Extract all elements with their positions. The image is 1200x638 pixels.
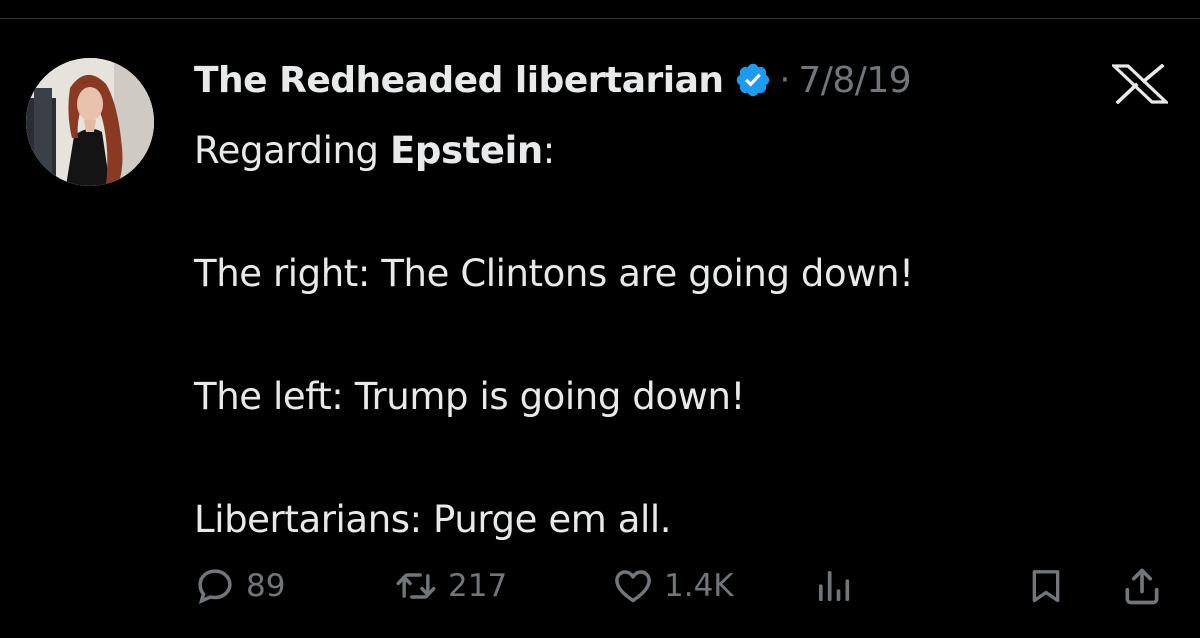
tweet-line-regarding: Regarding Epstein: bbox=[194, 120, 1154, 182]
tweet-line-right: The right: The Clintons are going down! bbox=[194, 252, 914, 295]
like-button[interactable]: 1.4K bbox=[612, 560, 734, 612]
top-divider bbox=[0, 18, 1200, 19]
regarding-prefix: Regarding bbox=[194, 129, 390, 172]
bookmark-button[interactable] bbox=[1026, 560, 1066, 612]
like-count: 1.4K bbox=[664, 568, 734, 604]
tweet-header: The Redheaded libertarian · 7/8/19 bbox=[194, 56, 912, 104]
tweet-text: Regarding Epstein: The right: The Clinto… bbox=[194, 120, 1154, 551]
tweet-line-left: The left: Trump is going down! bbox=[194, 375, 745, 418]
bookmark-icon bbox=[1026, 564, 1066, 608]
heart-icon bbox=[612, 565, 654, 607]
share-icon bbox=[1120, 564, 1164, 608]
x-logo-icon[interactable] bbox=[1109, 63, 1171, 105]
views-chart-icon bbox=[814, 565, 854, 607]
reply-count: 89 bbox=[246, 568, 286, 604]
tweet-line-libertarians: Libertarians: Purge em all. bbox=[194, 498, 672, 541]
avatar[interactable] bbox=[26, 58, 154, 186]
regarding-suffix: : bbox=[542, 129, 555, 172]
separator-dot: · bbox=[779, 60, 791, 100]
reply-button[interactable]: 89 bbox=[194, 560, 285, 612]
action-bar: 89 217 1.4K bbox=[0, 560, 1200, 612]
verified-badge-icon bbox=[734, 61, 772, 99]
views-button[interactable] bbox=[814, 560, 854, 612]
repost-icon bbox=[394, 565, 438, 607]
share-button[interactable] bbox=[1120, 560, 1164, 612]
regarding-subject: Epstein bbox=[390, 129, 543, 172]
repost-button[interactable]: 217 bbox=[394, 560, 507, 612]
tweet-date[interactable]: 7/8/19 bbox=[798, 60, 911, 101]
reply-icon bbox=[194, 565, 236, 607]
author-name[interactable]: The Redheaded libertarian bbox=[194, 60, 724, 101]
repost-count: 217 bbox=[448, 568, 508, 604]
